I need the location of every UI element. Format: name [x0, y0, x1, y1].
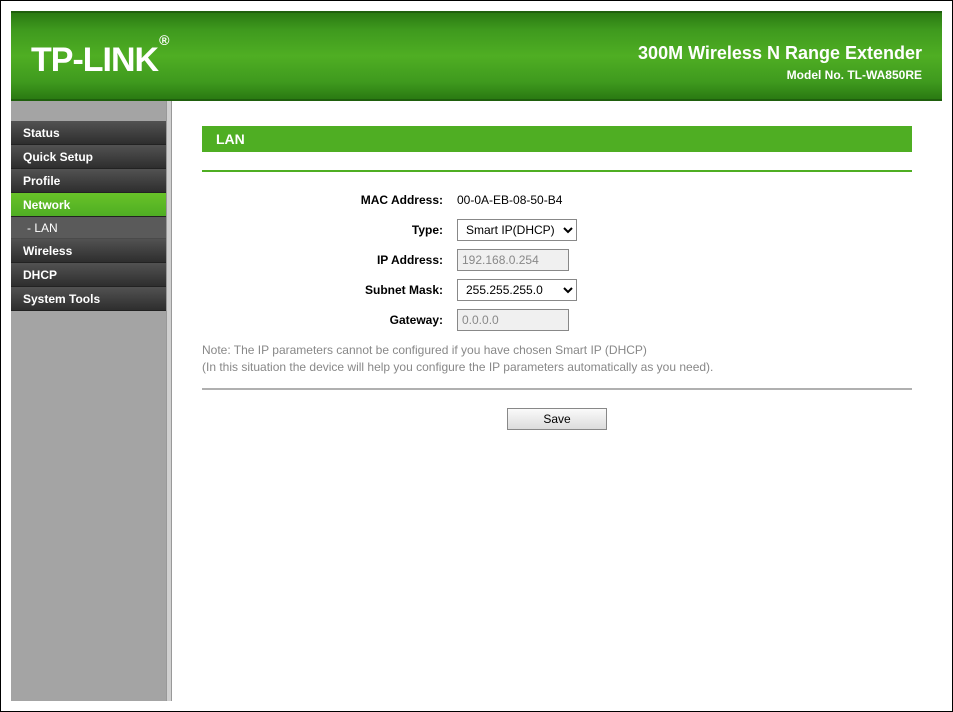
ip-input[interactable]: [457, 249, 569, 271]
header-right: 300M Wireless N Range Extender Model No.…: [638, 43, 922, 82]
row-mac: MAC Address: 00-0A-EB-08-50-B4: [202, 186, 912, 214]
app-frame: TP-LINK® 300M Wireless N Range Extender …: [11, 11, 942, 701]
brand-logo: TP-LINK®: [31, 41, 168, 80]
row-gateway: Gateway:: [202, 306, 912, 334]
divider-bottom: [202, 388, 912, 390]
label-ip: IP Address:: [202, 253, 457, 267]
divider-top: [202, 170, 912, 172]
save-row: Save: [202, 408, 912, 430]
sidebar-item-status[interactable]: Status: [11, 121, 166, 145]
brand-text: TP-LINK: [31, 41, 158, 79]
label-mac: MAC Address:: [202, 193, 457, 207]
sidebar-item-profile[interactable]: Profile: [11, 169, 166, 193]
row-mask: Subnet Mask: 255.255.255.0: [202, 276, 912, 304]
sidebar-item-network[interactable]: Network: [11, 193, 166, 217]
label-type: Type:: [202, 223, 457, 237]
body: Status Quick Setup Profile Network - LAN…: [11, 101, 942, 701]
product-title: 300M Wireless N Range Extender: [638, 43, 922, 64]
sidebar-subitem-lan[interactable]: - LAN: [11, 217, 166, 239]
sidebar-item-system-tools[interactable]: System Tools: [11, 287, 166, 311]
row-ip: IP Address:: [202, 246, 912, 274]
brand-reg-icon: ®: [159, 32, 168, 48]
product-model: Model No. TL-WA850RE: [638, 68, 922, 82]
note-line2: (In this situation the device will help …: [202, 360, 713, 374]
sidebar-item-quick-setup[interactable]: Quick Setup: [11, 145, 166, 169]
gateway-input[interactable]: [457, 309, 569, 331]
content: LAN MAC Address: 00-0A-EB-08-50-B4 Type:…: [172, 101, 942, 701]
section-title: LAN: [202, 126, 912, 152]
value-mac: 00-0A-EB-08-50-B4: [457, 193, 562, 207]
sidebar: Status Quick Setup Profile Network - LAN…: [11, 101, 166, 701]
mask-select[interactable]: 255.255.255.0: [457, 279, 577, 301]
sidebar-item-wireless[interactable]: Wireless: [11, 239, 166, 263]
label-gateway: Gateway:: [202, 313, 457, 327]
header: TP-LINK® 300M Wireless N Range Extender …: [11, 11, 942, 101]
type-select[interactable]: Smart IP(DHCP): [457, 219, 577, 241]
row-type: Type: Smart IP(DHCP): [202, 216, 912, 244]
label-mask: Subnet Mask:: [202, 283, 457, 297]
note-line1: Note: The IP parameters cannot be config…: [202, 343, 647, 357]
sidebar-item-dhcp[interactable]: DHCP: [11, 263, 166, 287]
note-text: Note: The IP parameters cannot be config…: [202, 342, 912, 376]
app-window: TP-LINK® 300M Wireless N Range Extender …: [0, 0, 953, 712]
save-button[interactable]: Save: [507, 408, 607, 430]
